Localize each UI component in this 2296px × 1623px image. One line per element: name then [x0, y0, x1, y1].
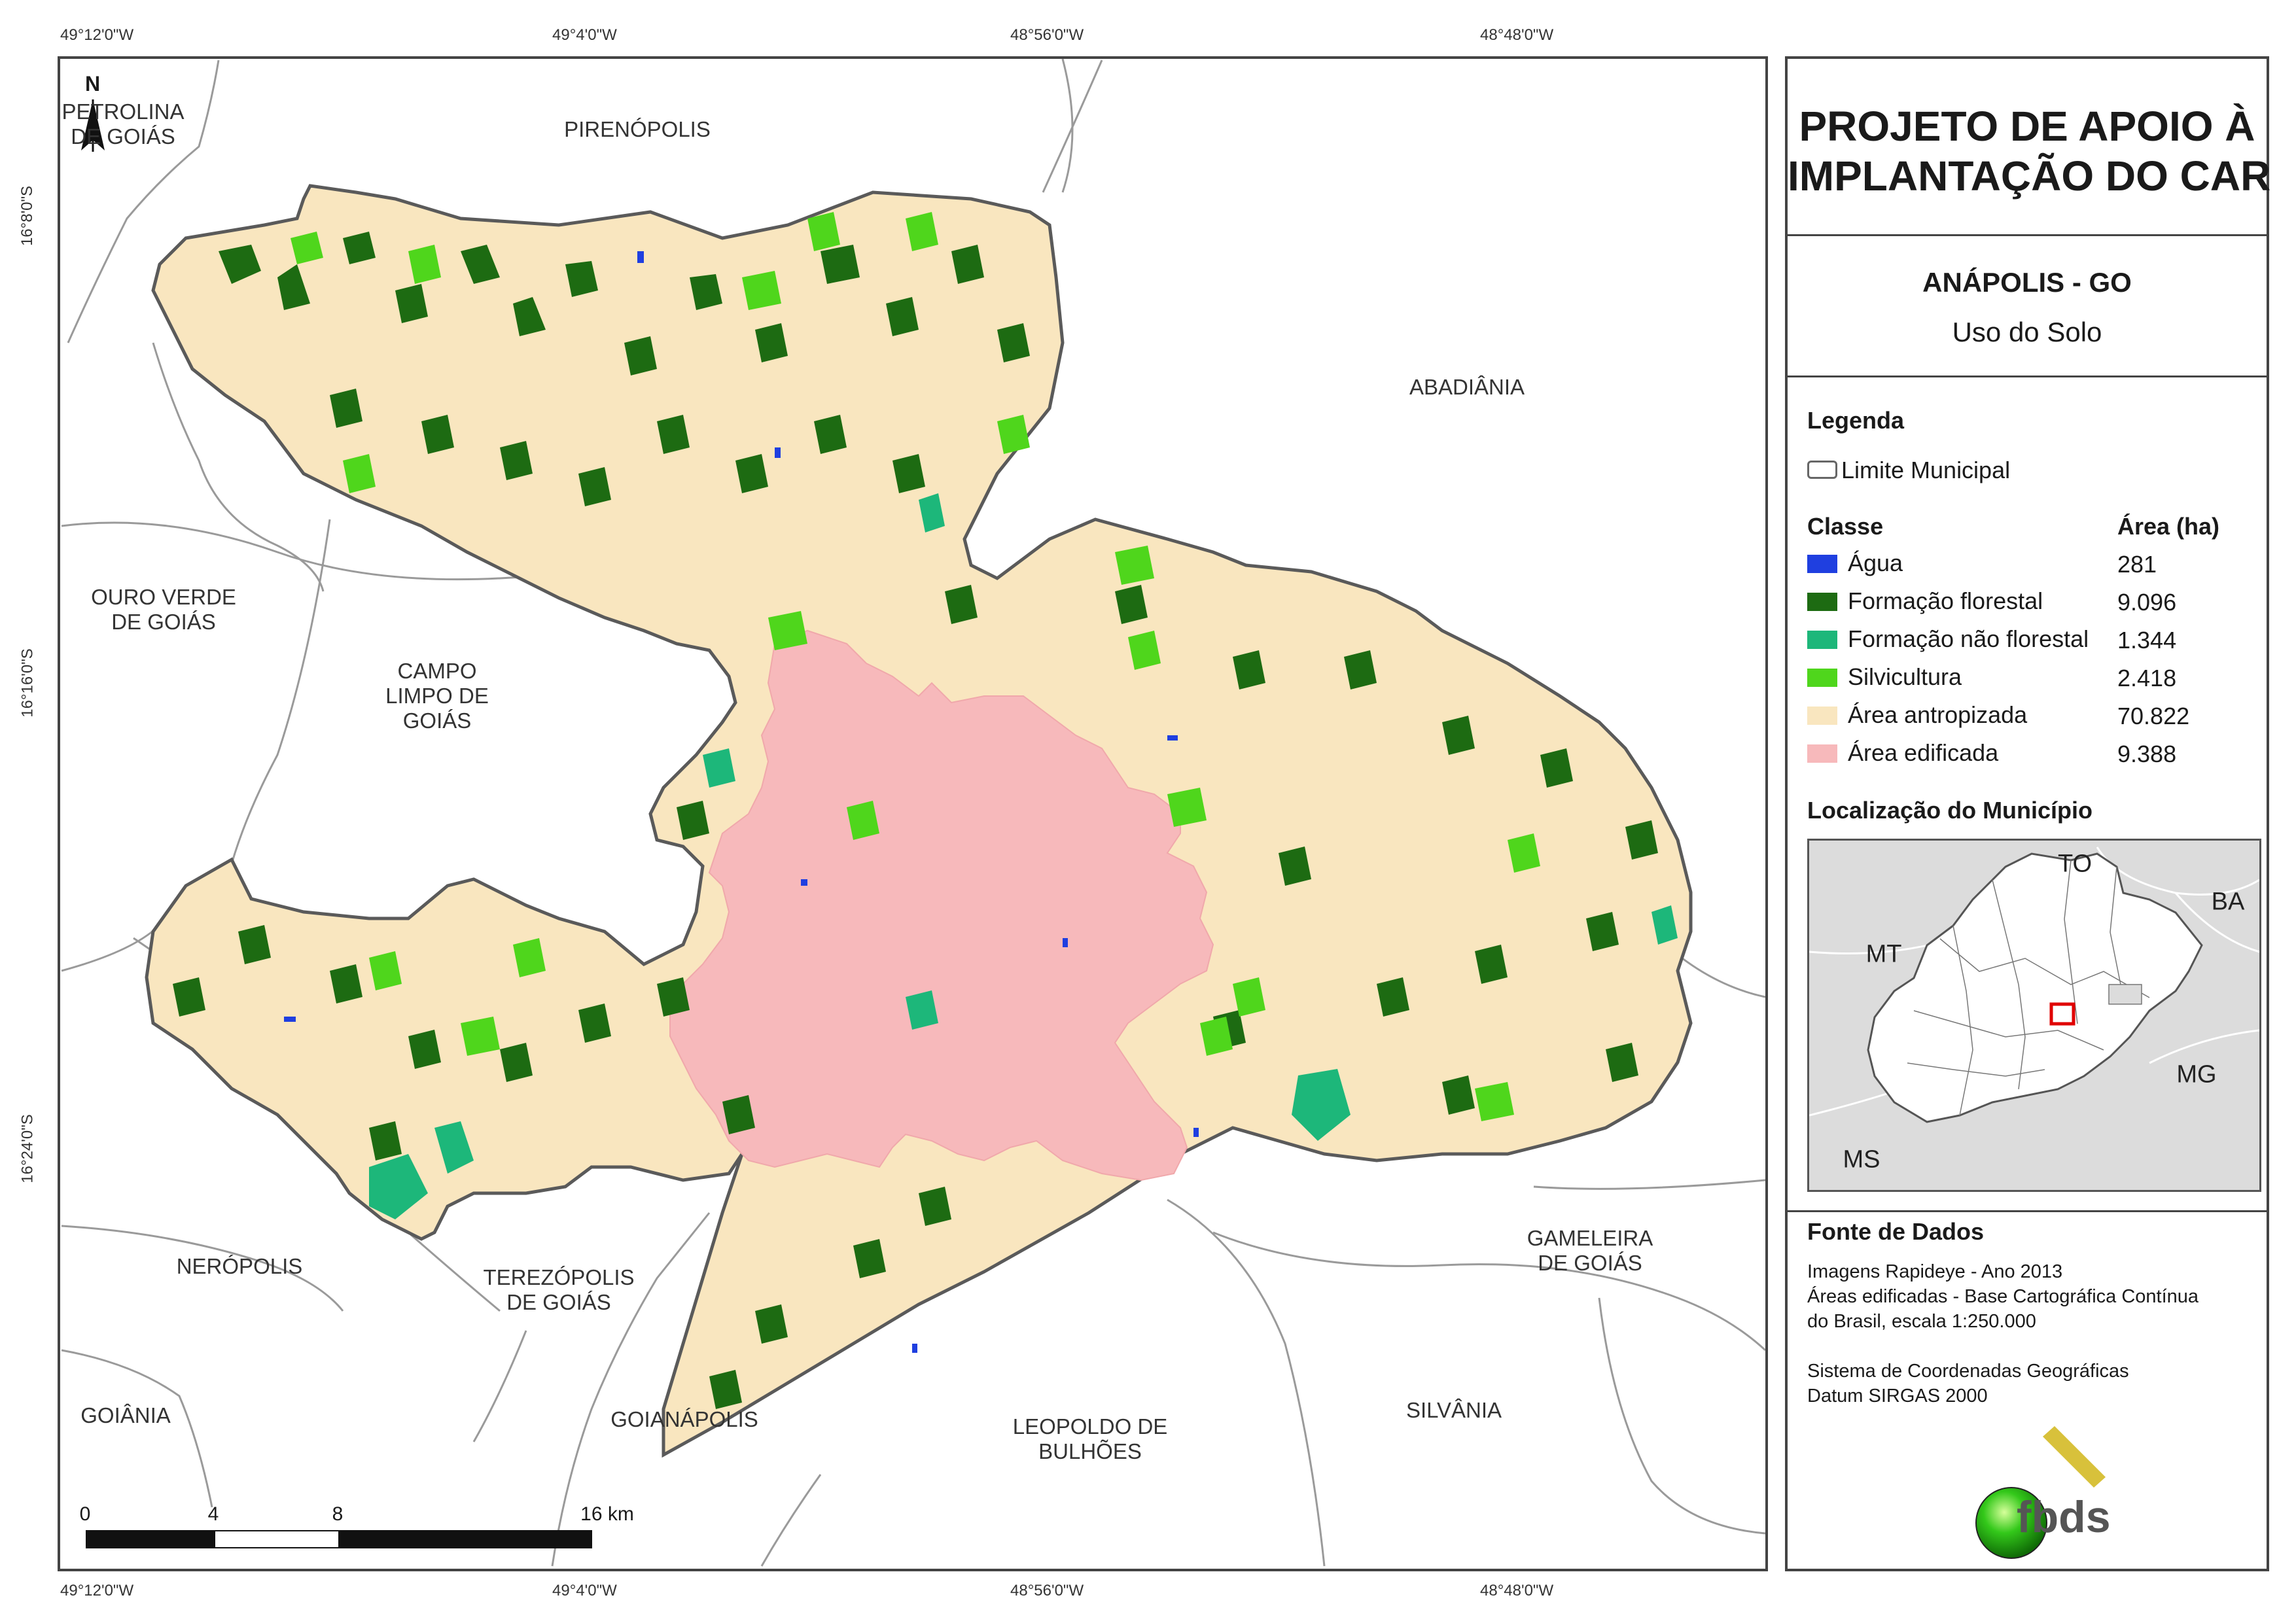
inset-label-to: TO: [2057, 850, 2093, 878]
swatch-agua: [1807, 555, 1837, 573]
coord-left-1: 16°8'0"S: [18, 185, 37, 247]
scale-label-4: 4: [207, 1503, 219, 1525]
class-area-silvicultura: 2.418: [2117, 665, 2177, 691]
coord-bottom-2: 49°4'0"W: [552, 1582, 617, 1599]
municipality-title: ANÁPOLIS - GO: [1922, 267, 2132, 298]
coord-top-3: 48°56'0"W: [1010, 26, 1084, 44]
inset-label-mg: MG: [2176, 1060, 2217, 1089]
north-label: N: [85, 72, 101, 96]
class-label-area-antropizada: Área antropizada: [1848, 701, 2028, 728]
label-neropolis: NERÓPOLIS: [176, 1254, 303, 1279]
label-ouro-verde: OURO VERDE DE GOIÁS: [91, 585, 236, 634]
swatch-formacao-florestal: [1807, 593, 1837, 611]
inset-label-ms: MS: [1843, 1145, 1881, 1174]
project-title: PROJETO DE APOIO À IMPLANTAÇÃO DO CAR: [1788, 103, 2271, 200]
swatch-silvicultura: [1807, 669, 1837, 687]
class-label-area-edificada: Área edificada: [1848, 739, 1999, 766]
label-goianapolis: GOIANÁPOLIS: [610, 1407, 758, 1432]
boundary-label: Limite Municipal: [1841, 457, 2011, 483]
label-leopoldo: LEOPOLDO DE BULHÕES: [1012, 1414, 1168, 1463]
coord-top-2: 49°4'0"W: [552, 26, 617, 44]
swatch-area-edificada: [1807, 744, 1837, 763]
area-heading: Área (ha): [2117, 513, 2220, 540]
coord-top-4: 48°48'0"W: [1480, 26, 1554, 44]
inset-label-mt: MT: [1865, 940, 1902, 968]
class-area-agua: 281: [2117, 551, 2157, 578]
class-label-formacao-florestal: Formação florestal: [1848, 587, 2043, 614]
label-gameleira: GAMELEIRA DE GOIÁS: [1527, 1226, 1653, 1275]
crs-line-2: Datum SIRGAS 2000: [1807, 1386, 1988, 1406]
inset-svg: [1809, 846, 2259, 1123]
class-area-area-edificada: 9.388: [2117, 741, 2177, 767]
inset-label-ba: BA: [2211, 888, 2245, 916]
coord-left-2: 16°16'0"S: [18, 648, 37, 718]
label-silvania: SILVÂNIA: [1405, 1398, 1502, 1423]
boundary-swatch: [1807, 461, 1837, 479]
source-heading: Fonte de Dados: [1807, 1218, 1985, 1245]
divider: [1788, 375, 2267, 377]
crs-line-1: Sistema de Coordenadas Geográficas: [1807, 1361, 2129, 1382]
map-theme: Uso do Solo: [1952, 317, 2102, 347]
class-heading: Classe: [1807, 513, 1884, 540]
label-terezopolis: TEREZÓPOLIS DE GOIÁS: [483, 1265, 635, 1314]
legend-panel: PROJETO DE APOIO À IMPLANTAÇÃO DO CAR AN…: [1785, 56, 2271, 1571]
location-heading: Localização do Município: [1807, 797, 2093, 824]
divider: [1788, 1210, 2267, 1212]
coord-bottom-4: 48°48'0"W: [1480, 1582, 1554, 1599]
map-canvas: [61, 59, 1765, 1567]
scale-label-8: 8: [332, 1503, 344, 1525]
map-frame[interactable]: N PETROLINA DE GOIÁS PIRENÓPOLIS ABADIÂN…: [58, 56, 1768, 1571]
swatch-area-antropizada: [1807, 707, 1837, 725]
coord-bottom-1: 49°12'0"W: [60, 1582, 134, 1599]
class-area-formacao-nao-florestal: 1.344: [2117, 627, 2177, 654]
coord-top-1: 49°12'0"W: [60, 26, 134, 44]
divider: [1788, 234, 2267, 236]
class-area-formacao-florestal: 9.096: [2117, 589, 2177, 616]
source-line-2: Áreas edificadas - Base Cartográfica Con…: [1807, 1286, 2199, 1307]
class-label-agua: Água: [1848, 550, 1903, 576]
location-inset-map[interactable]: TO BA MT MG MS: [1807, 839, 2261, 1192]
label-petrolina: PETROLINA DE GOIÁS: [62, 99, 185, 148]
coord-left-3: 16°24'0"S: [18, 1114, 37, 1183]
class-label-formacao-nao-florestal: Formação não florestal: [1848, 625, 2089, 652]
goias-state: [1867, 852, 2203, 1123]
swatch-formacao-nao-florestal: [1807, 631, 1837, 649]
class-area-area-antropizada: 70.822: [2117, 703, 2190, 729]
label-abadiania: ABADIÂNIA: [1409, 375, 1525, 400]
scale-label-0: 0: [79, 1503, 91, 1525]
class-label-silvicultura: Silvicultura: [1848, 663, 1962, 690]
coord-bottom-3: 48°56'0"W: [1010, 1582, 1084, 1599]
source-line-3: do Brasil, escala 1:250.000: [1807, 1311, 2036, 1332]
label-goiania: GOIÂNIA: [80, 1403, 171, 1428]
label-pirenopolis: PIRENÓPOLIS: [564, 117, 711, 142]
scale-label-16: 16 km: [580, 1503, 634, 1525]
source-line-1: Imagens Rapideye - Ano 2013: [1807, 1261, 2063, 1282]
legend-heading: Legenda: [1807, 407, 1905, 434]
scale-bar: [86, 1530, 592, 1548]
label-campo-limpo: CAMPO LIMPO DE GOIÁS: [385, 659, 489, 733]
fbds-logo-text: fbds: [2017, 1492, 2111, 1542]
